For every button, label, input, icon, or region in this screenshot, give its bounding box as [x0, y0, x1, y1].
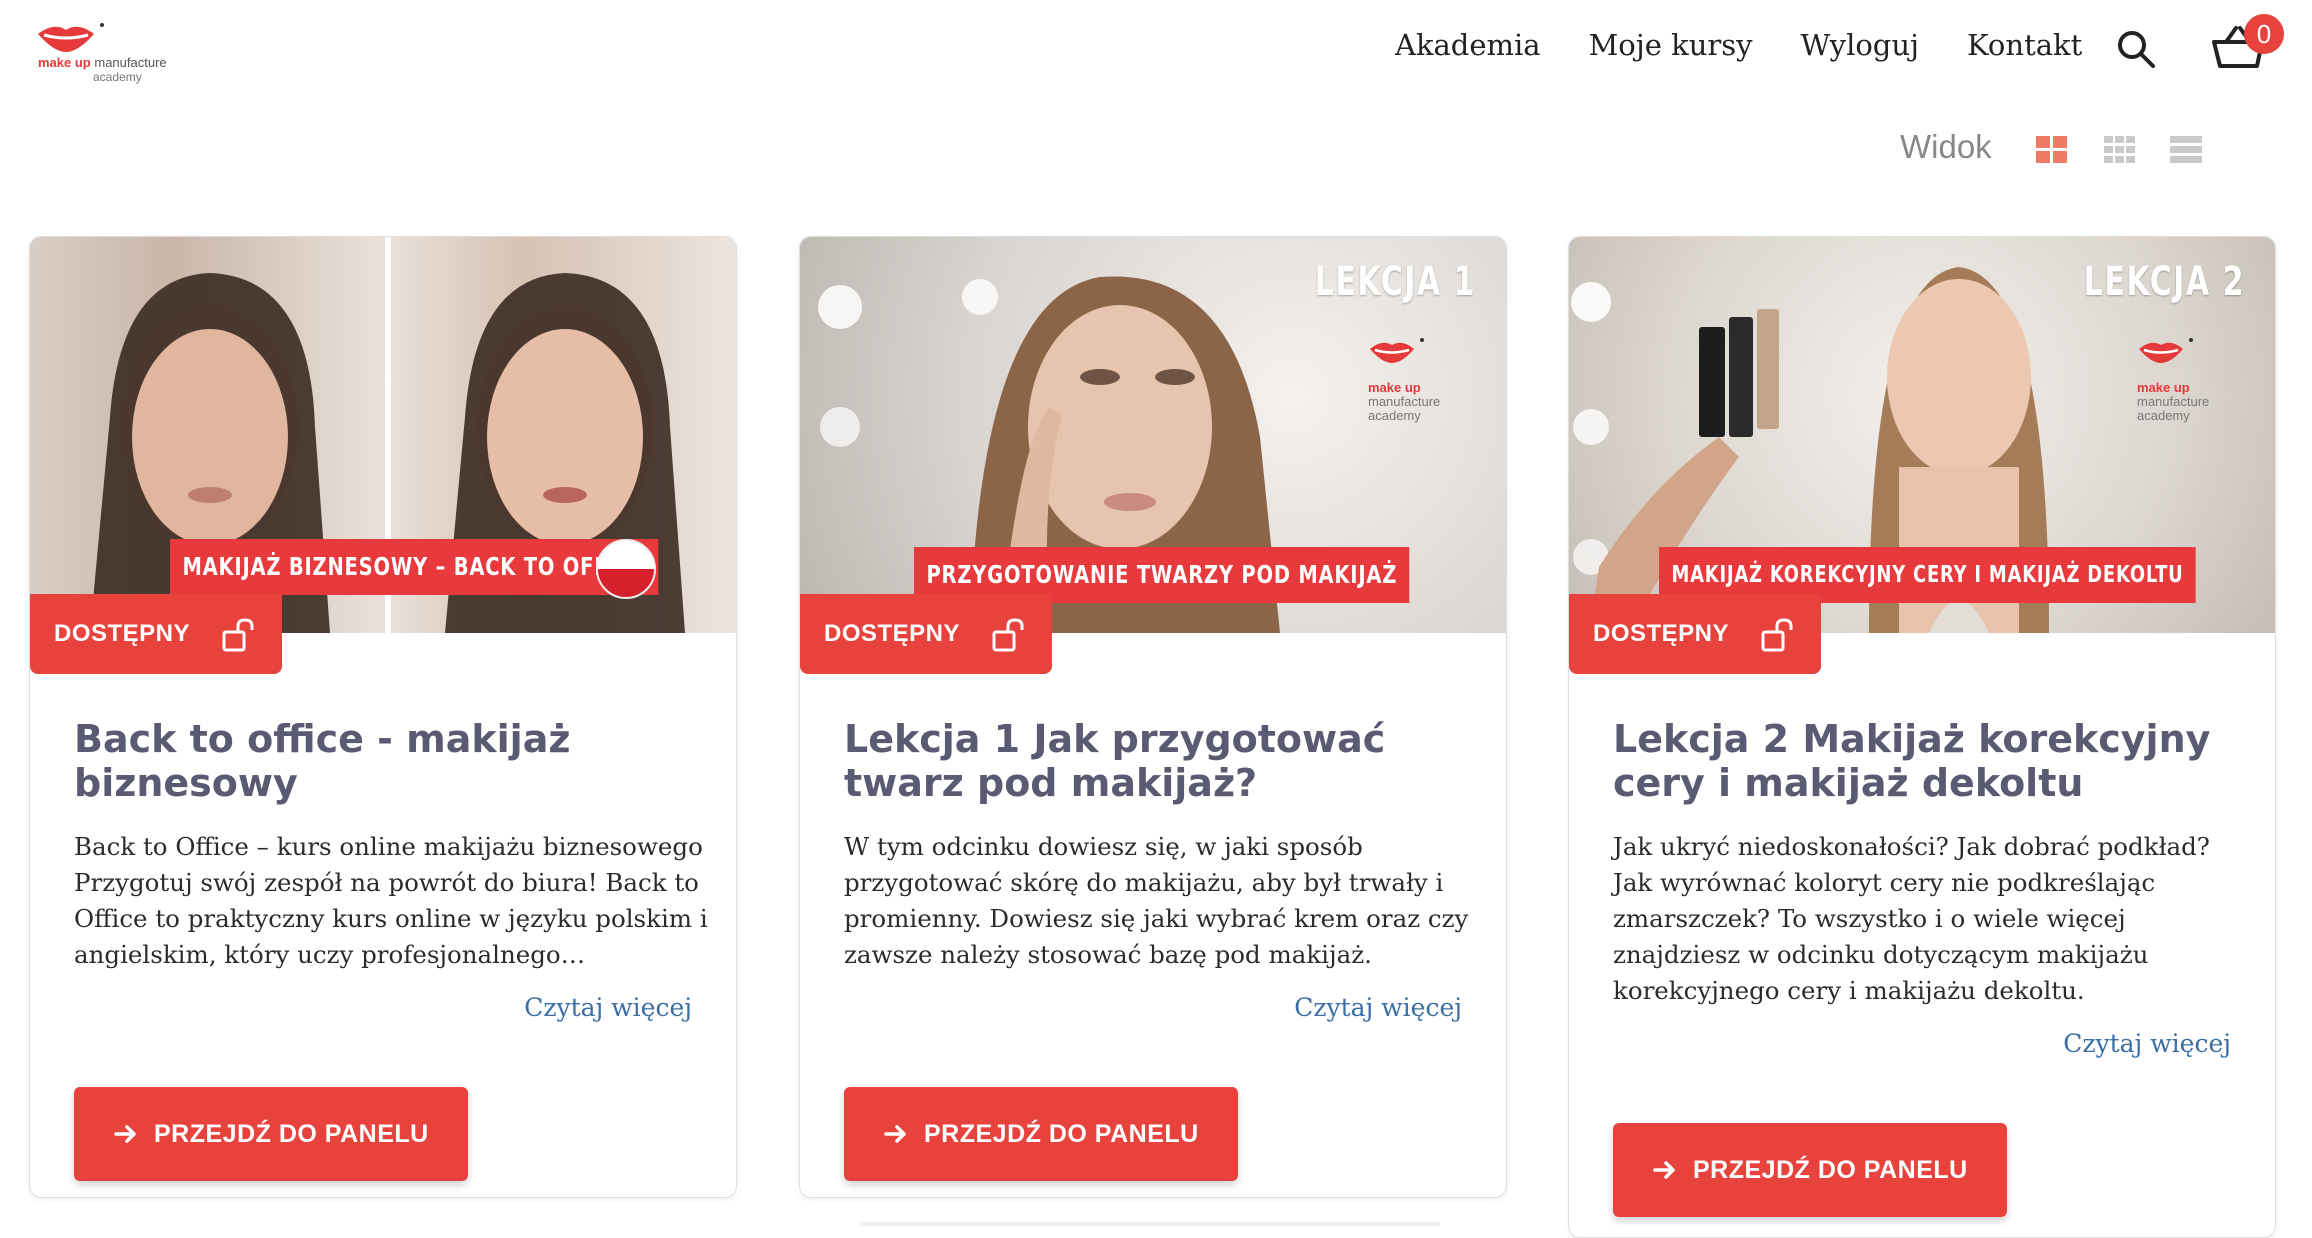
course-title[interactable]: Lekcja 2 Makijaż korekcyjny cery i makij…	[1613, 717, 2253, 805]
course-thumbnail[interactable]: LEKCJA 2 make up manufacture academy MAK…	[1569, 237, 2275, 633]
search-icon[interactable]	[2115, 28, 2157, 70]
watermark-word-academy: academy	[2137, 408, 2190, 423]
status-badge: DOSTĘPNY	[1569, 594, 1821, 674]
status-badge: DOSTĘPNY	[30, 594, 282, 674]
arrow-right-icon	[884, 1125, 906, 1143]
badge-label: DOSTĘPNY	[1593, 620, 1730, 647]
watermark-word-academy: academy	[1368, 408, 1421, 423]
button-label: PRZEJDŹ DO PANELU	[924, 1120, 1199, 1148]
badge-label: DOSTĘPNY	[824, 620, 961, 647]
course-thumbnail[interactable]: LEKCJA 1 make up manufacture academy PRZ…	[800, 237, 1506, 633]
button-label: PRZEJDŹ DO PANELU	[154, 1120, 429, 1148]
lips-logo-icon	[1370, 338, 1424, 363]
badge-label: DOSTĘPNY	[54, 620, 191, 647]
course-thumbnail[interactable]: MAKIJAŻ BIZNESOWY – BACK TO OFFICE	[30, 237, 736, 633]
logo-word-makeup: make up	[38, 55, 91, 70]
brand-watermark: make up manufacture academy	[1368, 337, 1458, 427]
logo-text: make up manufacture	[38, 56, 167, 70]
unlock-icon	[992, 618, 1024, 652]
grid-3-icon[interactable]	[2104, 136, 2136, 164]
cart-count-badge: 0	[2244, 14, 2284, 54]
course-card: MAKIJAŻ BIZNESOWY – BACK TO OFFICE DOSTĘ…	[29, 236, 737, 1198]
logo-word-manufacture: manufacture	[94, 55, 167, 70]
nav-wyloguj[interactable]: Wyloguj	[1801, 28, 1920, 62]
lesson-number-tag: LEKCJA 2	[2083, 259, 2245, 305]
go-to-panel-button[interactable]: PRZEJDŹ DO PANELU	[1613, 1123, 2007, 1217]
main-nav: Akademia Moje kursy Wyloguj Kontakt	[1395, 28, 2082, 62]
nav-akademia[interactable]: Akademia	[1395, 28, 1541, 62]
lips-logo-icon	[2139, 338, 2193, 363]
status-badge: DOSTĘPNY	[800, 594, 1052, 674]
watermark-word-manufacture: manufacture	[1368, 394, 1441, 409]
read-more-link[interactable]: Czytaj więcej	[2063, 1029, 2231, 1058]
polish-flag-icon	[596, 539, 656, 599]
read-more-link[interactable]: Czytaj więcej	[524, 993, 692, 1022]
button-label: PRZEJDŹ DO PANELU	[1693, 1156, 1968, 1184]
view-label: Widok	[1900, 128, 1992, 165]
course-description: Back to Office – kurs online makijażu bi…	[74, 832, 708, 969]
thumbnail-caption: MAKIJAŻ BIZNESOWY – BACK TO OFFICE	[170, 539, 659, 595]
next-card-peek	[860, 1222, 1440, 1226]
watermark-text: make up manufacture academy	[1368, 381, 1440, 423]
course-title[interactable]: Lekcja 1 Jak przygotować twarz pod makij…	[844, 717, 1484, 805]
go-to-panel-button[interactable]: PRZEJDŹ DO PANELU	[74, 1087, 468, 1181]
watermark-text: make up manufacture academy	[2137, 381, 2209, 423]
go-to-panel-button[interactable]: PRZEJDŹ DO PANELU	[844, 1087, 1238, 1181]
logo-word-academy: academy	[93, 70, 142, 84]
arrow-right-icon	[114, 1125, 136, 1143]
grid-2-icon[interactable]	[2036, 136, 2068, 164]
brand-watermark: make up manufacture academy	[2137, 337, 2227, 427]
watermark-word-manufacture: manufacture	[2137, 394, 2210, 409]
unlock-icon	[1761, 618, 1793, 652]
arrow-right-icon	[1653, 1161, 1675, 1179]
watermark-word-makeup: make up	[2137, 380, 2190, 395]
read-more-link[interactable]: Czytaj więcej	[1294, 993, 1462, 1022]
lesson-number-tag: LEKCJA 1	[1314, 259, 1476, 305]
course-card: LEKCJA 1 make up manufacture academy PRZ…	[799, 236, 1507, 1198]
nav-moje-kursy[interactable]: Moje kursy	[1589, 28, 1753, 62]
unlock-icon	[222, 618, 254, 652]
course-description: Jak ukryć niedoskonałości? Jak dobrać po…	[1613, 832, 2210, 1005]
course-title[interactable]: Back to office - makijaż biznesowy	[74, 717, 714, 805]
list-icon[interactable]	[2170, 136, 2202, 164]
nav-kontakt[interactable]: Kontakt	[1967, 28, 2082, 62]
course-card: LEKCJA 2 make up manufacture academy MAK…	[1568, 236, 2276, 1238]
watermark-word-makeup: make up	[1368, 380, 1421, 395]
course-description: W tym odcinku dowiesz się, w jaki sposób…	[844, 832, 1469, 969]
